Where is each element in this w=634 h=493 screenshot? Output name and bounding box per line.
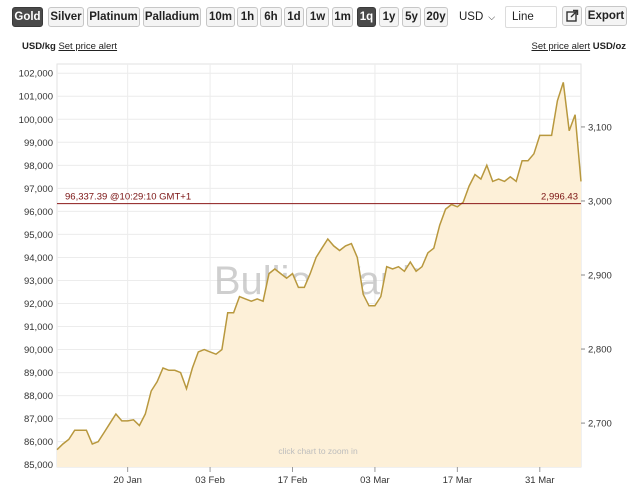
y-left-tick-label: 94,000 (24, 253, 53, 264)
metal-button-palladium[interactable]: Palladium (143, 7, 201, 27)
y-right-tick-label: 2,900 (588, 271, 612, 282)
y-left-tick-label: 99,000 (24, 138, 53, 149)
set-price-alert-link-right[interactable]: Set price alert (531, 41, 590, 52)
y-axis-left: 85,000 86,000 87,000 88,000 89,000 90,000 91,0… (19, 69, 53, 471)
y-right-tick-label: 2,700 (588, 419, 612, 430)
chart-type-label: Line (512, 11, 534, 23)
y-left-tick-label: 90,000 (24, 345, 53, 356)
y-left-tick-label: 95,000 (24, 230, 53, 241)
range-button-5y[interactable]: 5y (402, 7, 421, 27)
price-area (57, 82, 581, 468)
metal-button-gold[interactable]: Gold (12, 7, 43, 27)
y-right-tick-label: 3,000 (588, 196, 612, 207)
currency-select[interactable]: USD ⌵ (459, 7, 495, 27)
y-left-tick-label: 87,000 (24, 414, 53, 425)
y-left-tick-label: 93,000 (24, 276, 53, 287)
x-axis: 20 Jan 03 Feb 17 Feb 03 Mar 17 Mar 31 Mar (113, 467, 555, 486)
y-left-tick-label: 98,000 (24, 161, 53, 172)
price-chart[interactable]: BullionVault 96,337.39 @10:29:10 GMT+1 2… (0, 58, 634, 493)
metal-button-silver[interactable]: Silver (48, 7, 84, 27)
y-left-tick-label: 100,000 (19, 115, 53, 126)
y-axis-right: 2,700 2,800 2,900 3,000 3,100 (581, 122, 612, 430)
toolbar: Gold Silver Platinum Palladium 10m 1h 6h 1d 1w 1… (0, 0, 634, 36)
y-left-tick-label: 85,000 (24, 460, 53, 471)
range-button-1y[interactable]: 1y (379, 7, 399, 27)
y-left-tick-label: 88,000 (24, 391, 53, 402)
x-tick-label: 17 Mar (443, 475, 473, 486)
metal-button-platinum[interactable]: Platinum (87, 7, 140, 27)
chart-type-select[interactable]: Line (505, 6, 557, 28)
y-right-tick-label: 3,100 (588, 122, 612, 133)
left-axis-header: USD/kg Set price alert (22, 41, 117, 52)
export-button[interactable]: Export (585, 6, 627, 26)
range-button-1q[interactable]: 1q (357, 7, 376, 27)
current-price-oz-label: 2,996.43 (541, 192, 578, 203)
y-left-tick-label: 92,000 (24, 299, 53, 310)
range-button-1h[interactable]: 1h (237, 7, 258, 27)
x-tick-label: 03 Feb (195, 475, 225, 486)
range-button-20y[interactable]: 20y (424, 7, 448, 27)
range-button-10m[interactable]: 10m (206, 7, 235, 27)
y-left-tick-label: 86,000 (24, 437, 53, 448)
range-button-6h[interactable]: 6h (260, 7, 282, 27)
x-tick-label: 17 Feb (278, 475, 308, 486)
range-button-1d[interactable]: 1d (284, 7, 304, 27)
zoom-hint: click chart to zoom in (278, 446, 358, 456)
y-left-tick-label: 96,000 (24, 207, 53, 218)
y-right-tick-label: 2,800 (588, 345, 612, 356)
chevron-down-icon: ⌵ (488, 12, 496, 22)
right-unit-label: USD/oz (592, 41, 626, 52)
y-left-tick-label: 97,000 (24, 184, 53, 195)
open-in-new-window-button[interactable] (562, 6, 582, 26)
left-unit-label: USD/kg (22, 41, 56, 52)
x-tick-label: 03 Mar (360, 475, 390, 486)
y-left-tick-label: 102,000 (19, 69, 53, 80)
current-price-label: 96,337.39 @10:29:10 GMT+1 (65, 192, 191, 203)
open-external-icon (566, 9, 579, 22)
y-left-tick-label: 89,000 (24, 368, 53, 379)
x-tick-label: 20 Jan (113, 475, 142, 486)
right-axis-header: Set price alert USD/oz (531, 41, 626, 52)
y-left-tick-label: 91,000 (24, 322, 53, 333)
range-button-1m[interactable]: 1m (332, 7, 353, 27)
range-button-1w[interactable]: 1w (306, 7, 329, 27)
x-tick-label: 31 Mar (525, 475, 555, 486)
y-left-tick-label: 101,000 (19, 92, 53, 103)
set-price-alert-link-left[interactable]: Set price alert (58, 41, 117, 52)
currency-label: USD (459, 11, 484, 23)
